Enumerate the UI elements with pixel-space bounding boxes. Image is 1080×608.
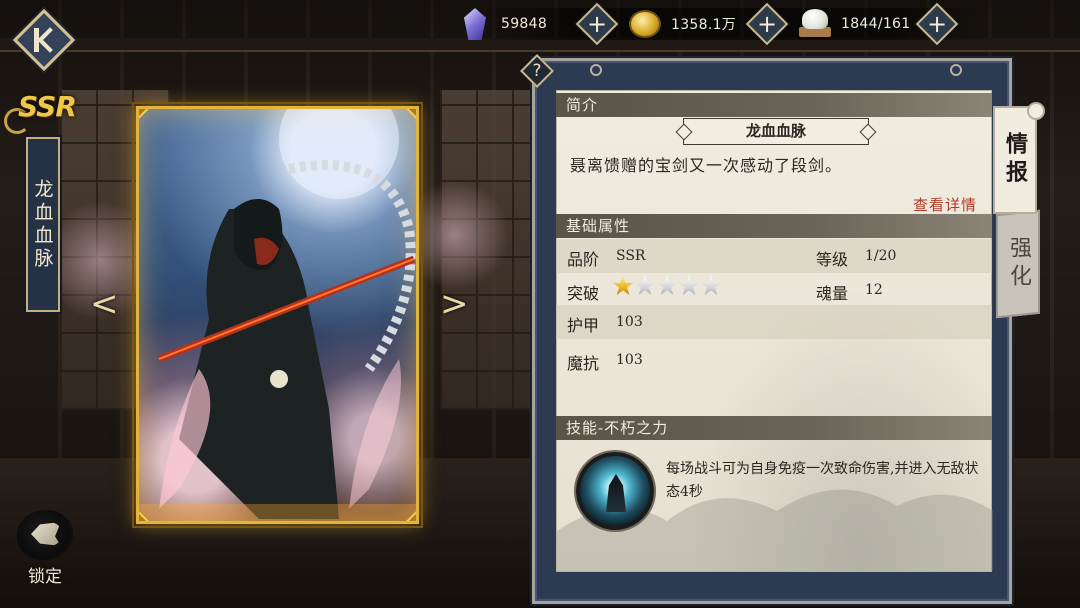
- crystal-count: 59848: [501, 16, 548, 32]
- add-stamina-button[interactable]: +: [919, 6, 955, 42]
- crystal-icon: [455, 4, 495, 44]
- character-card-art: [132, 102, 423, 528]
- stamina-count: 1844/161: [841, 16, 911, 32]
- armor-value: 103: [616, 314, 643, 330]
- plus-icon: +: [926, 10, 948, 38]
- breakthrough-label: 突破: [567, 284, 600, 303]
- lock-label: 锁定: [28, 567, 62, 587]
- hanging-ring: [950, 64, 962, 76]
- resource-gold: 1358.1万 +: [625, 0, 795, 48]
- grade-label: 品阶: [567, 250, 600, 269]
- star-empty-icon: [678, 275, 700, 296]
- resource-stamina: 1844/161 +: [795, 0, 965, 48]
- question-icon: ?: [532, 61, 542, 81]
- tab-enhance-label: 强化: [1006, 236, 1031, 292]
- star-empty-icon: [656, 275, 678, 296]
- next-item-button[interactable]: >: [440, 284, 469, 324]
- character-illustration: [139, 109, 416, 521]
- plus-icon: +: [756, 10, 778, 38]
- item-name-plaque: 龙血血脉: [24, 135, 62, 314]
- view-details-link[interactable]: 查看详情: [913, 194, 977, 215]
- hanging-ring: [590, 64, 602, 76]
- steamed-bun-icon: [795, 4, 835, 44]
- prev-item-button[interactable]: <: [90, 284, 119, 324]
- star-filled-icon: [612, 275, 634, 296]
- armor-label: 护甲: [567, 316, 600, 335]
- back-button[interactable]: [12, 8, 76, 72]
- level-label: 等级: [816, 250, 849, 269]
- lock-button[interactable]: 锁定: [12, 510, 78, 594]
- soul-label: 魂量: [816, 284, 849, 303]
- skill-description: 每场战斗可为自身免疫一次致命伤害,并进入无敌状态4秒: [666, 461, 979, 500]
- resource-crystal: 59848 +: [455, 0, 625, 48]
- add-gold-button[interactable]: +: [749, 6, 785, 42]
- rarity-badge: SSR: [18, 90, 77, 123]
- tab-info-label: 情报: [1002, 132, 1028, 188]
- section-header-intro: 简介: [556, 93, 992, 117]
- magic-resist-value: 103: [616, 352, 643, 368]
- breakthrough-stars: [612, 275, 722, 297]
- soul-value: 12: [865, 282, 883, 298]
- magic-resist-label: 魔抗: [567, 354, 600, 373]
- add-crystal-button[interactable]: +: [579, 6, 615, 42]
- tab-enhance[interactable]: 强化: [996, 209, 1040, 319]
- level-value: 1/20: [865, 248, 897, 264]
- tab-info[interactable]: 情报: [993, 102, 1045, 214]
- item-description: 聂离馈赠的宝剑又一次感动了段剑。: [570, 156, 843, 175]
- resource-bar: 59848 + 1358.1万 + 1844/161 +: [455, 0, 970, 48]
- star-empty-icon: [700, 275, 722, 296]
- section-header-skill: 技能-不朽之力: [556, 416, 992, 440]
- item-name-vertical: 龙血血脉: [31, 178, 54, 271]
- help-button[interactable]: ?: [522, 56, 552, 86]
- item-title-banner: 龙血血脉: [683, 118, 869, 145]
- fish-lock-icon: [17, 510, 73, 560]
- tab-curl-ornament: [1027, 102, 1045, 120]
- back-arrow-icon: [34, 28, 56, 52]
- section-header-attributes: 基础属性: [556, 214, 992, 238]
- gold-coin-icon: [625, 4, 665, 44]
- star-empty-icon: [634, 275, 656, 296]
- grade-value: SSR: [616, 248, 646, 264]
- gold-count: 1358.1万: [671, 17, 737, 33]
- plus-icon: +: [586, 10, 608, 38]
- skill-icon[interactable]: [576, 452, 654, 530]
